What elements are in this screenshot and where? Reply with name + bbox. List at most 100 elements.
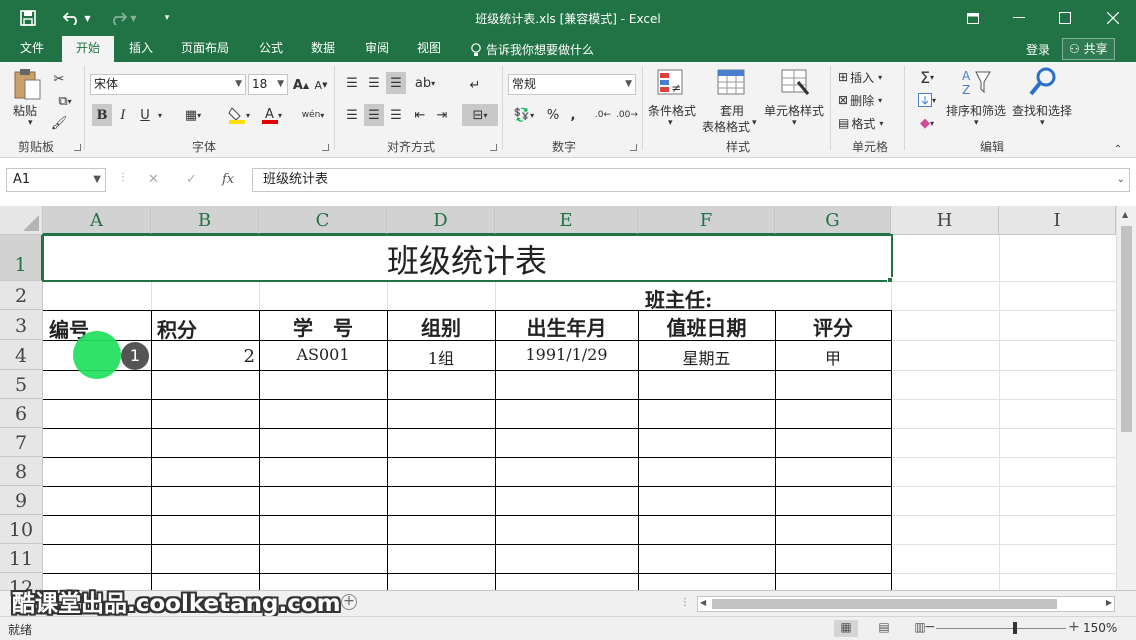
tab-insert[interactable]: 插入 [118,36,164,62]
comma-button[interactable]: , [564,104,582,126]
header-cell-duty-day[interactable]: 值班日期 [638,312,775,341]
row-header-5[interactable]: 5 [0,370,43,399]
find-select-icon[interactable] [1028,66,1058,101]
scroll-left-icon[interactable]: ◀ [700,598,706,607]
underline-button[interactable]: U [136,104,154,126]
wrap-text-icon[interactable]: ↵ [464,74,486,96]
row-header-2[interactable]: 2 [0,281,43,310]
header-cell-birth[interactable]: 出生年月 [495,312,638,341]
conditional-format-label[interactable]: 条件格式 [648,102,696,119]
align-top-icon[interactable]: ☰ [342,72,362,94]
tell-me-box[interactable]: 告诉我你想要做什么 [470,41,594,58]
close-icon[interactable] [1090,0,1136,36]
font-launcher-icon[interactable] [322,144,329,151]
format-as-table-dropdown-icon[interactable]: ▾ [752,118,757,128]
currency-icon[interactable]: 💱 ▾ [508,104,540,126]
header-cell-rating[interactable]: 评分 [775,312,891,341]
header-cell-points[interactable]: 积分 [157,314,197,343]
tab-home[interactable]: 开始 [62,36,114,62]
expand-formula-bar-icon[interactable]: ⌄ [1117,169,1125,191]
share-button[interactable]: ⚇ 共享 [1062,38,1115,60]
column-header-g[interactable]: G [775,206,891,235]
tab-view[interactable]: 视图 [406,36,452,62]
font-color-icon[interactable]: A ▾ [256,104,288,126]
tab-review[interactable]: 审阅 [354,36,400,62]
font-name-combo[interactable]: 宋体 ▼ [90,74,246,95]
normal-view-icon[interactable]: ▦ [834,620,858,637]
increase-indent-icon[interactable]: ⇥ [432,104,452,126]
increase-font-icon[interactable]: A ▲ [292,74,310,96]
header-cell-group[interactable]: 组别 [387,312,495,341]
data-cell-duty-day[interactable]: 星期五 [638,345,775,369]
scroll-up-icon[interactable]: ▲ [1122,210,1128,219]
decrease-decimal-icon[interactable]: .00→ [616,104,638,126]
column-header-i[interactable]: I [999,206,1116,235]
zoom-slider[interactable] [936,628,1066,629]
paste-dropdown-icon[interactable]: ▾ [28,118,33,128]
paste-label[interactable]: 粘贴 [13,102,37,119]
row-header-6[interactable]: 6 [0,399,43,428]
align-right-icon[interactable]: ☰ [386,104,406,126]
sort-filter-dropdown-icon[interactable]: ▾ [974,118,979,128]
formula-input[interactable]: 班级统计表 ⌄ [252,168,1130,192]
find-select-label[interactable]: 查找和选择 [1012,102,1072,119]
cell-styles-dropdown-icon[interactable]: ▾ [792,118,797,128]
worksheet-grid[interactable]: A B C D E F G H I 1 2 3 4 5 6 7 8 9 10 1… [0,206,1136,590]
cut-icon[interactable]: ✂ [50,68,68,90]
add-sheet-icon[interactable]: + [341,594,357,610]
row-header-1[interactable]: 1 [0,235,43,281]
format-painter-icon[interactable]: 🖌 [50,112,68,134]
row-header-9[interactable]: 9 [0,486,43,515]
percent-button[interactable]: % [544,104,562,126]
format-as-table-icon[interactable] [716,68,746,101]
clipboard-launcher-icon[interactable] [74,144,81,151]
ribbon-display-icon[interactable] [950,0,996,36]
column-header-d[interactable]: D [387,206,495,235]
merge-center-icon[interactable]: ⊟ ▾ [462,104,498,126]
number-launcher-icon[interactable] [630,144,637,151]
data-cell-points[interactable]: 2 [151,346,255,367]
align-left-icon[interactable]: ☰ [342,104,362,126]
sort-filter-label[interactable]: 排序和筛选 [946,102,1006,119]
align-middle-icon[interactable]: ☰ [364,72,384,94]
column-header-e[interactable]: E [495,206,638,235]
format-as-table-label-1[interactable]: 套用 [720,102,744,119]
select-all-button[interactable] [0,206,43,235]
column-header-h[interactable]: H [891,206,999,235]
insert-cells-button[interactable]: ⊞ 插入 ▾ [838,66,898,88]
column-header-c[interactable]: C [259,206,387,235]
row-header-7[interactable]: 7 [0,428,43,457]
data-cell-student-id[interactable]: AS001 [259,345,387,364]
increase-decimal-icon[interactable]: .0← [592,104,614,126]
orientation-icon[interactable]: ab ▾ [410,72,440,94]
column-header-a[interactable]: A [43,206,151,235]
maximize-icon[interactable] [1042,0,1088,36]
cell-styles-label[interactable]: 单元格样式 [764,102,824,119]
find-select-dropdown-icon[interactable]: ▾ [1040,118,1045,128]
row-header-3[interactable]: 3 [0,310,43,340]
align-bottom-icon[interactable]: ☰ [386,72,406,94]
alignment-launcher-icon[interactable] [490,144,497,151]
bold-button[interactable]: B [92,104,112,126]
zoom-level[interactable]: 150% [1083,621,1117,635]
row-header-11[interactable]: 11 [0,544,43,573]
copy-icon[interactable]: ⧉ ▾ [50,90,80,112]
scroll-right-icon[interactable]: ▶ [1106,598,1112,607]
column-header-b[interactable]: B [151,206,259,235]
column-header-f[interactable]: F [638,206,775,235]
tab-data[interactable]: 数据 [300,36,346,62]
vertical-scrollbar[interactable]: ▲ [1116,206,1136,590]
fill-color-icon[interactable]: ▾ [222,104,256,126]
login-link[interactable]: 登录 [1026,41,1050,58]
data-cell-birth[interactable]: 1991/1/29 [495,345,638,364]
row-header-10[interactable]: 10 [0,515,43,544]
zoom-in-icon[interactable]: + [1068,619,1080,635]
tab-file[interactable]: 文件 [6,36,58,62]
conditional-format-dropdown-icon[interactable]: ▾ [668,118,673,128]
confirm-entry-icon[interactable]: ✓ [186,172,197,187]
vertical-scroll-thumb[interactable] [1121,226,1132,432]
clear-icon[interactable]: ◆ ▾ [912,112,942,134]
autosum-icon[interactable]: Σ ▾ [912,66,942,88]
phonetic-icon[interactable]: wén ▾ [298,104,328,126]
cell-styles-icon[interactable] [780,68,810,101]
